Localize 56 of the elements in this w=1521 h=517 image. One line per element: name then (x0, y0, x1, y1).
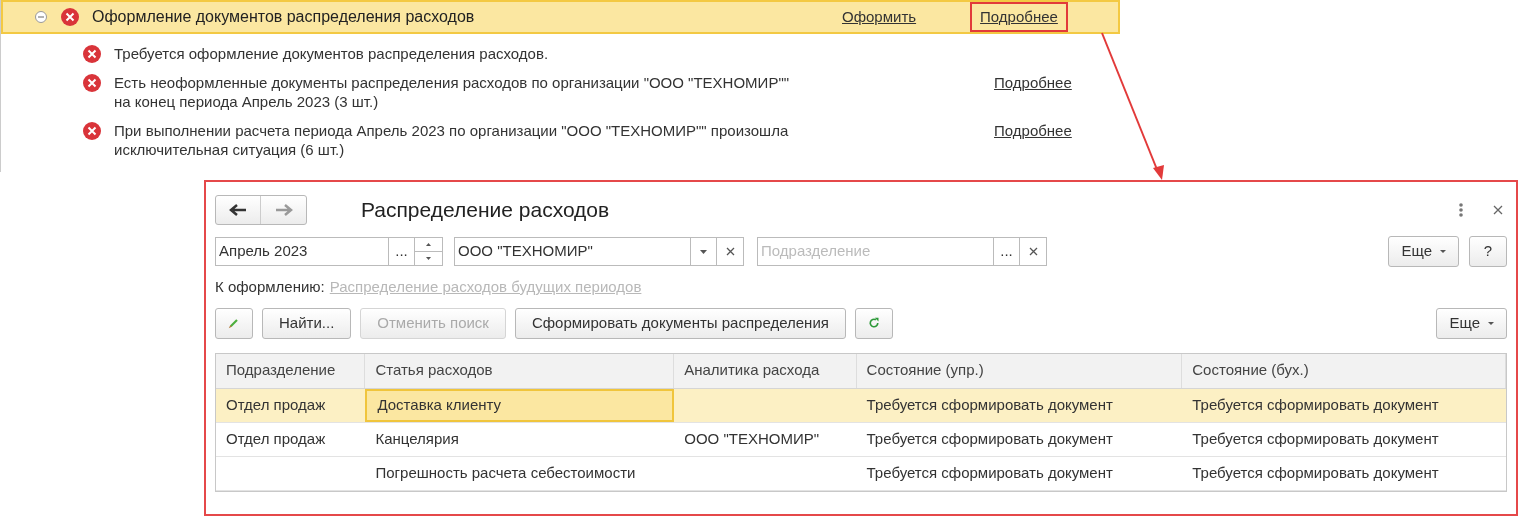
error-icon (83, 122, 101, 140)
table-cell-text: Требуется сформировать документ (1192, 394, 1439, 415)
edit-button[interactable] (215, 307, 253, 339)
table-cell-text: Канцелярия (375, 428, 459, 449)
back-arrow-icon (229, 203, 247, 216)
table-cell-text: Требуется сформировать документ (866, 428, 1113, 449)
action-link[interactable]: Оформить (842, 8, 917, 25)
dropdown-icon (700, 249, 707, 254)
issue-message: При выполнении расчета периода Апрель 2023 по организации "ООО "ТЕХНОМИР"" произошла исключительная ситуация (6 шт.) (114, 121, 790, 159)
table-cell-text: Отдел продаж (226, 428, 326, 449)
toolbar-button[interactable]: Сформировать документы распределения (514, 307, 846, 339)
column-header[interactable]: Статья расходов (365, 353, 675, 388)
help-button[interactable]: ? (1469, 236, 1507, 267)
more-vertical-icon[interactable] (1459, 202, 1463, 217)
column-header[interactable]: Аналитика расхода (674, 353, 857, 388)
table-cell-text: Отдел продаж (226, 394, 326, 415)
close-icon[interactable] (1493, 204, 1503, 215)
subdivision-field[interactable]: Подразделение ... (757, 237, 1047, 266)
clear-icon (1028, 247, 1038, 256)
refresh-icon (867, 315, 880, 331)
pending-label: К оформлению: (215, 277, 325, 297)
dropdown-icon (1440, 250, 1446, 253)
period-field[interactable]: Апрель 2023 ... (215, 237, 443, 266)
table-cell-text: Требуется сформировать документ (1192, 428, 1439, 449)
issue-message: Требуется оформление документов распределения расходов. (114, 44, 550, 63)
column-header[interactable]: Состояние (бух.) (1182, 353, 1506, 388)
dropdown-icon (1488, 321, 1494, 325)
toolbar-button[interactable]: Найти... (262, 307, 352, 339)
table-cell-text: Требуется сформировать документ (866, 394, 1113, 415)
more-button[interactable]: Еще (1388, 236, 1459, 267)
up-triangle-icon (426, 243, 431, 246)
refresh-button[interactable] (854, 307, 893, 339)
table-cell-text: Требуется сформировать документ (1192, 462, 1439, 483)
table-cell-text: Требуется сформировать документ (866, 462, 1113, 483)
collapse-toggle[interactable] (35, 11, 47, 23)
choose-button[interactable]: ... (994, 238, 1020, 265)
column-header[interactable]: Состояние (упр.) (856, 353, 1183, 388)
table-cell-text: Погрешность расчета себестоимости (375, 462, 636, 483)
error-icon (83, 45, 101, 63)
table-cell-text: ООО "ТЕХНОМИР" (684, 428, 819, 449)
error-icon (61, 8, 79, 26)
organization-field[interactable]: ООО "ТЕХНОМИР" (454, 237, 744, 266)
details-link[interactable]: Подробнее (994, 73, 1072, 92)
window-title: Распределение расходов (361, 196, 610, 223)
group-title: Оформление документов распределения расходов (92, 7, 476, 27)
table-cell-text: Доставка клиенту (377, 394, 502, 415)
down-triangle-icon (426, 257, 431, 260)
details-link[interactable]: Подробнее (994, 121, 1072, 140)
more-button[interactable]: Еще (1436, 307, 1507, 339)
error-icon (83, 74, 101, 92)
clear-icon (725, 247, 735, 256)
forward-arrow-icon (274, 203, 293, 216)
column-header[interactable]: Подразделение (216, 353, 366, 388)
table-row[interactable]: Отдел продаж Доставка клиенту Требуется сформировать документ Требуется сформировать документ (216, 388, 1506, 423)
choose-button[interactable]: ... (389, 238, 415, 265)
issue-message: Есть неоформленные документы распределения расходов по организации "ООО "ТЕХНОМИР"" на конец периода Апрель 2023 (3 шт.) (114, 73, 791, 111)
